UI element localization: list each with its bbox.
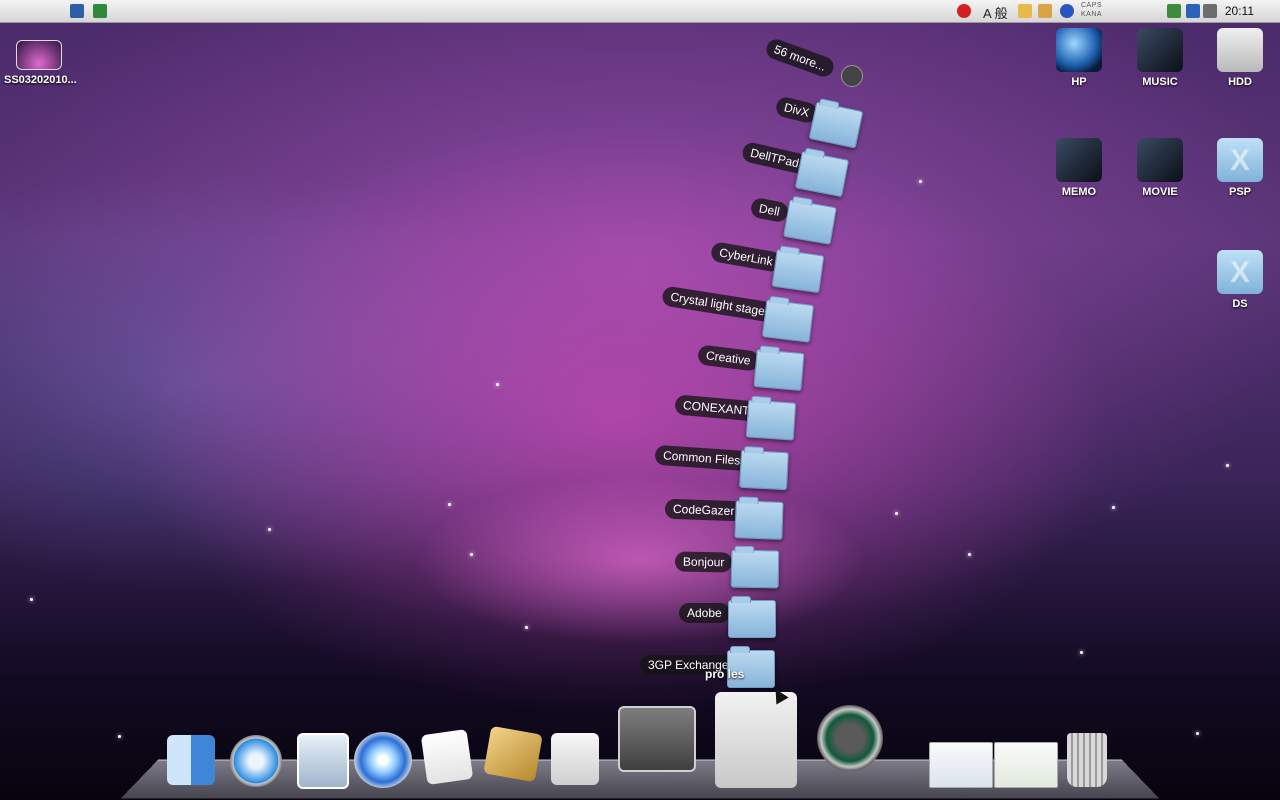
network-icon[interactable] [1186, 4, 1200, 18]
globe-icon [1056, 28, 1102, 72]
window-thumbnail-2[interactable] [994, 742, 1058, 788]
folder-icon [783, 199, 837, 245]
desktop-icon-music[interactable]: MUSIC [1125, 28, 1195, 88]
music-folder-icon [1137, 28, 1183, 72]
stack-item-label: CodeGazer [664, 498, 743, 522]
folder-icon [771, 248, 825, 294]
folder-icon [1217, 250, 1263, 294]
desktop-icon-memo[interactable]: MEMO [1044, 138, 1114, 198]
window-app-icon[interactable] [70, 4, 84, 18]
desktop-icon-label: MEMO [1061, 186, 1097, 198]
movie-folder-icon [1137, 138, 1183, 182]
desktop-icon-screenshot[interactable]: SS03202010... [4, 40, 77, 86]
stack-item-label: Bonjour [674, 551, 733, 573]
memo-folder-icon [1056, 138, 1102, 182]
help-icon[interactable] [1060, 4, 1074, 18]
finder-icon[interactable] [167, 735, 215, 785]
red-alert-icon[interactable] [957, 4, 971, 18]
folder-icon [730, 549, 780, 589]
folder-icon [745, 399, 797, 441]
desktop-icon-label: HDD [1228, 76, 1252, 88]
stack-item-label: Adobe [679, 603, 730, 623]
stack-item-label: Creative [697, 344, 760, 372]
trash-icon[interactable] [1067, 733, 1107, 787]
folder-icon [761, 299, 815, 343]
time-machine-icon[interactable] [817, 705, 883, 771]
caps-kana-indicator: CAPS KANA [1081, 2, 1103, 18]
itunes-icon[interactable] [354, 732, 412, 788]
desktop-icon-label: SS03202010... [4, 74, 77, 86]
stack-item-label: Crystal light stage [661, 285, 775, 323]
mail-icon[interactable] [297, 733, 349, 789]
desktop-icon-hdd[interactable]: HDD [1205, 28, 1275, 88]
desktop-icon-label: MOVIE [1142, 186, 1178, 198]
stack-item-label: CyberLink [709, 241, 783, 273]
hard-drive-icon [1217, 28, 1263, 72]
desktop-icon-hp[interactable]: HP [1044, 28, 1114, 88]
stack-more-label[interactable]: 56 more... [763, 36, 837, 80]
window-thumbnail-1[interactable] [929, 742, 993, 788]
stack-title: pro les [705, 667, 745, 681]
desktop-icon-ds[interactable]: DS [1205, 250, 1275, 310]
ime-tool-icon[interactable] [1018, 4, 1032, 18]
ime-dictionary-icon[interactable] [1038, 4, 1052, 18]
folder-icon [734, 500, 784, 540]
safari-icon[interactable] [230, 735, 282, 787]
desktop-icon-label: PSP [1228, 186, 1251, 198]
clock: 20:11 [1224, 4, 1254, 18]
menu-bar: A 般 CAPS KANA 20:11 [0, 0, 1280, 23]
folder-icon [753, 348, 805, 392]
folder-icon [794, 150, 850, 198]
desktop-icon-psp[interactable]: PSP [1205, 138, 1275, 198]
tray-device-icon[interactable] [1167, 4, 1181, 18]
folder-icon [1217, 138, 1263, 182]
desktop-icon-label: MUSIC [1142, 76, 1178, 88]
desktop-icon-movie[interactable]: MOVIE [1125, 138, 1195, 198]
open-in-finder-icon[interactable] [841, 65, 863, 87]
folder-icon [728, 596, 776, 638]
volume-icon[interactable] [1203, 4, 1217, 18]
folder-icon [739, 449, 789, 491]
program-files-stack-icon[interactable] [715, 692, 797, 788]
stack-item-label: CONEXANT [674, 394, 759, 422]
green-app-icon[interactable] [93, 4, 107, 18]
stack-item-label: Common Files [654, 444, 749, 472]
desktop-icon-label: HP [1071, 76, 1087, 88]
ime-indicator[interactable]: A 般 [983, 3, 1008, 22]
script-editor-icon[interactable] [483, 725, 543, 783]
folder-icon [808, 101, 864, 149]
grab-icon[interactable] [551, 733, 599, 785]
textedit-icon[interactable] [420, 729, 474, 785]
system-preferences-icon[interactable] [618, 706, 696, 772]
desktop-icon-label: DS [1232, 298, 1248, 310]
screenshot-thumbnail-icon [16, 40, 62, 70]
stack-item-label: Dell [749, 196, 790, 224]
